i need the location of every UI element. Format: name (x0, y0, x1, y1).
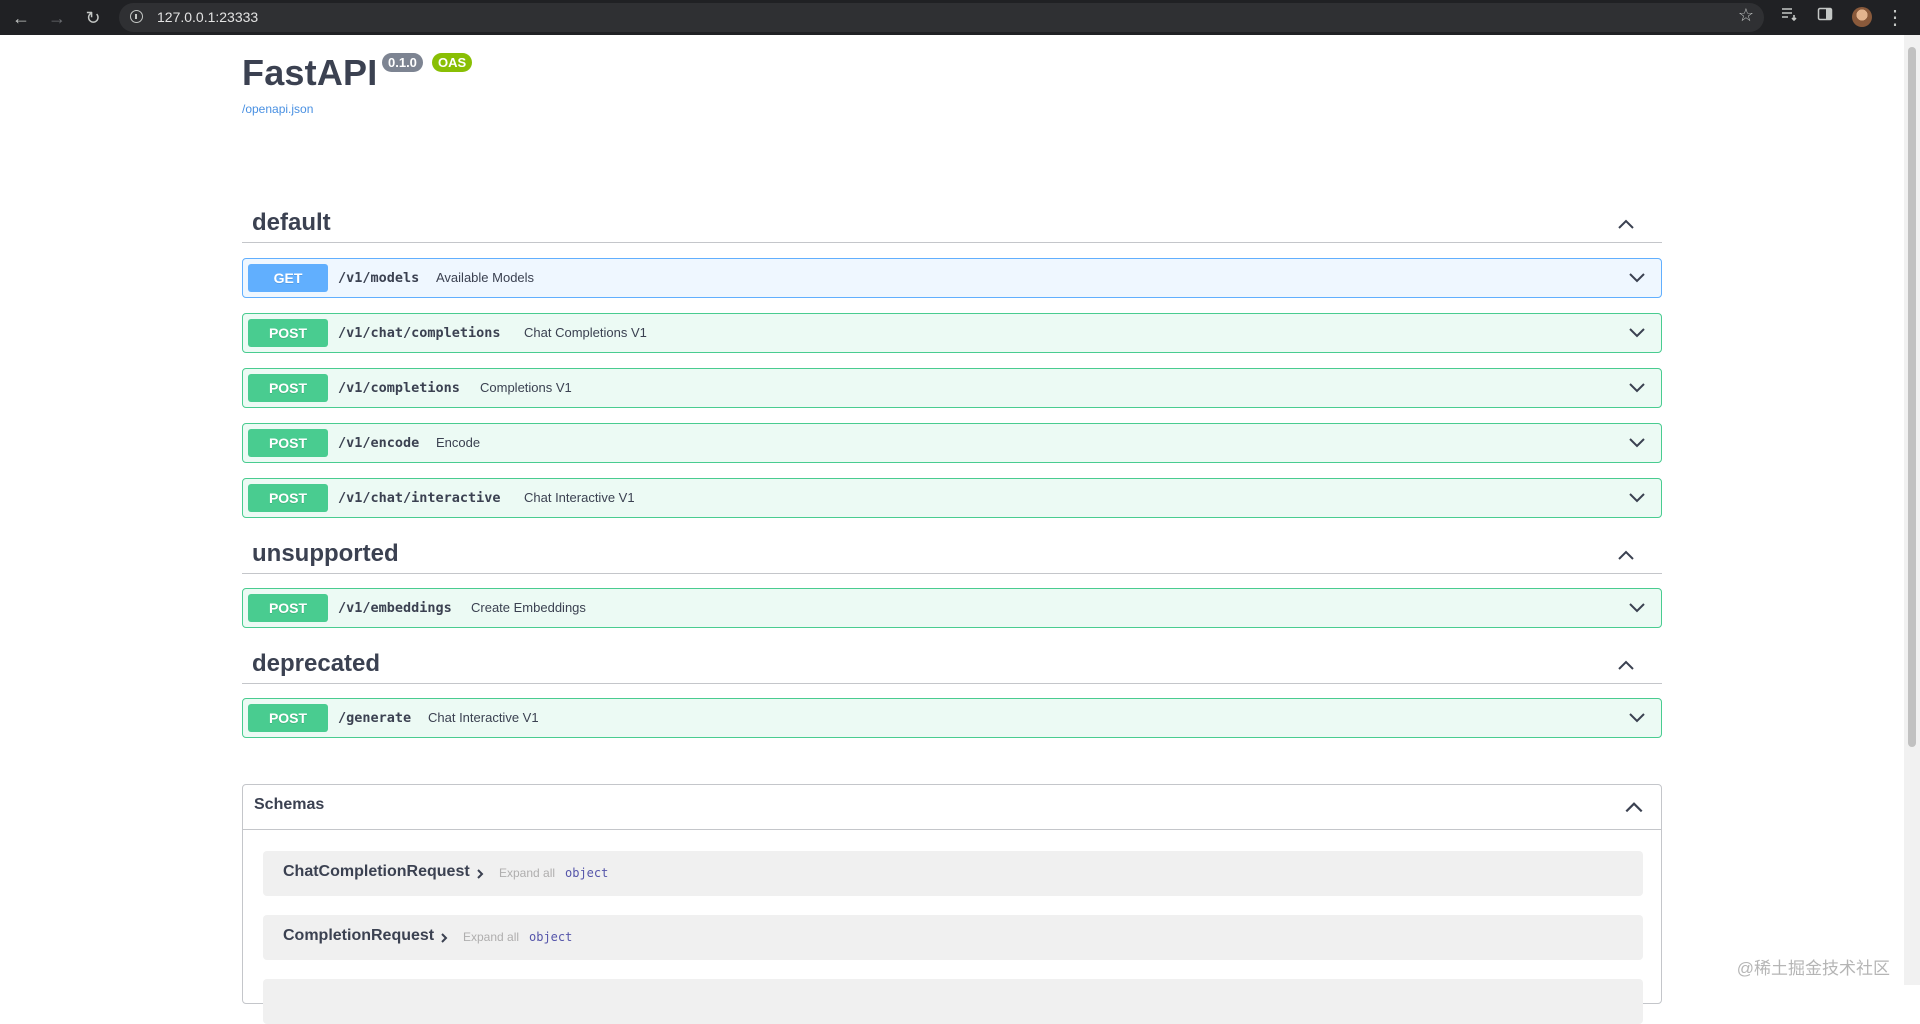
reload-icon[interactable]: ↻ (81, 6, 105, 30)
page-title: FastAPI (242, 52, 378, 93)
page-scrollbar[interactable] (1904, 35, 1920, 985)
browser-toolbar: ← → ↻ 127.0.0.1:23333 ☆ ⋮ (0, 0, 1920, 35)
operation-post-v1-embeddings[interactable]: POST /v1/embeddings Create Embeddings (242, 588, 1662, 628)
tag-unsupported-header[interactable]: unsupported (242, 537, 1662, 574)
chevron-down-icon[interactable] (1627, 708, 1647, 728)
method-badge: POST (248, 319, 328, 347)
chevron-up-icon[interactable] (1616, 214, 1636, 234)
chevron-down-icon[interactable] (1627, 268, 1647, 288)
schemas-header[interactable]: Schemas (243, 785, 1661, 830)
operation-post-v1-completions[interactable]: POST /v1/completions Completions V1 (242, 368, 1662, 408)
operation-summary: Available Models (436, 270, 535, 285)
reading-list-icon[interactable] (1777, 6, 1801, 30)
side-panel-icon[interactable] (1813, 6, 1837, 30)
operation-path: /v1/completions (338, 380, 460, 396)
operation-post-v1-encode[interactable]: POST /v1/encode Encode (242, 423, 1662, 463)
browser-menu-icon[interactable]: ⋮ (1883, 6, 1907, 30)
schemas-label: Schemas (254, 796, 325, 813)
operation-path: /generate (338, 710, 412, 726)
chevron-right-icon[interactable] (438, 932, 450, 944)
operation-post-generate[interactable]: POST /generate Chat Interactive V1 (242, 698, 1662, 738)
operation-path: /v1/embeddings (338, 600, 452, 616)
profile-avatar[interactable] (1852, 7, 1872, 27)
schema-model-completionrequest[interactable]: CompletionRequest Expand all object (263, 915, 1643, 960)
method-badge: POST (248, 429, 328, 457)
chevron-right-icon[interactable] (474, 868, 486, 880)
url-text[interactable]: 127.0.0.1:23333 (157, 3, 258, 32)
operation-summary: Encode (436, 435, 481, 450)
operation-path: /v1/encode (338, 435, 420, 451)
schemas-section: Schemas ChatCompletionRequest Expand all… (242, 784, 1662, 1024)
operation-path: /v1/chat/completions (338, 325, 501, 341)
api-title-block: FastAPI 0.1.0 OAS 3.1 (242, 52, 473, 94)
model-type: object (565, 866, 609, 880)
chevron-up-icon[interactable] (1616, 655, 1636, 675)
tag-name: default (252, 209, 331, 236)
expand-all-link[interactable]: Expand all (463, 930, 519, 944)
chevron-up-icon[interactable] (1623, 796, 1645, 818)
operation-post-v1-chat-interactive[interactable]: POST /v1/chat/interactive Chat Interacti… (242, 478, 1662, 518)
method-badge: POST (248, 484, 328, 512)
schema-model-next[interactable] (263, 979, 1643, 1024)
version-badge: 0.1.0 (382, 53, 423, 72)
bookmark-star-icon[interactable]: ☆ (1738, 5, 1754, 26)
watermark-text: @稀土掘金技术社区 (1736, 959, 1890, 978)
chevron-down-icon[interactable] (1627, 488, 1647, 508)
operation-summary: Completions V1 (480, 380, 572, 395)
chevron-up-icon[interactable] (1616, 545, 1636, 565)
model-name[interactable]: ChatCompletionRequest (283, 863, 470, 881)
operation-post-v1-chat-completions[interactable]: POST /v1/chat/completions Chat Completio… (242, 313, 1662, 353)
chevron-down-icon[interactable] (1627, 433, 1647, 453)
model-name[interactable]: CompletionRequest (283, 927, 434, 945)
model-type: object (529, 930, 573, 944)
method-badge: POST (248, 704, 328, 732)
operation-summary: Create Embeddings (471, 600, 586, 615)
tag-name: deprecated (252, 650, 381, 677)
tag-default-header[interactable]: default (242, 206, 1662, 243)
back-icon[interactable]: ← (9, 6, 33, 30)
schema-model-chatcompletionrequest[interactable]: ChatCompletionRequest Expand all object (263, 851, 1643, 896)
operation-summary: Chat Interactive V1 (428, 710, 539, 725)
scrollbar-thumb[interactable] (1908, 47, 1916, 747)
method-badge: GET (248, 264, 328, 292)
chevron-down-icon[interactable] (1627, 378, 1647, 398)
chevron-down-icon[interactable] (1627, 598, 1647, 618)
operation-path: /v1/chat/interactive (338, 490, 501, 506)
expand-all-link[interactable]: Expand all (499, 866, 555, 880)
tag-deprecated-header[interactable]: deprecated (242, 647, 1662, 684)
openapi-json-link[interactable]: /openapi.json (242, 102, 313, 116)
address-bar[interactable]: 127.0.0.1:23333 ☆ (119, 3, 1764, 32)
operation-summary: Chat Completions V1 (524, 325, 647, 340)
operation-get-v1-models[interactable]: GET /v1/models Available Models (242, 258, 1662, 298)
oas-badge: OAS 3.1 (432, 53, 473, 89)
operation-path: /v1/models (338, 270, 420, 286)
forward-icon[interactable]: → (45, 6, 69, 30)
method-badge: POST (248, 594, 328, 622)
site-info-icon[interactable] (130, 10, 143, 23)
method-badge: POST (248, 374, 328, 402)
chevron-down-icon[interactable] (1627, 323, 1647, 343)
tag-name: unsupported (252, 540, 399, 567)
operation-summary: Chat Interactive V1 (524, 490, 635, 505)
